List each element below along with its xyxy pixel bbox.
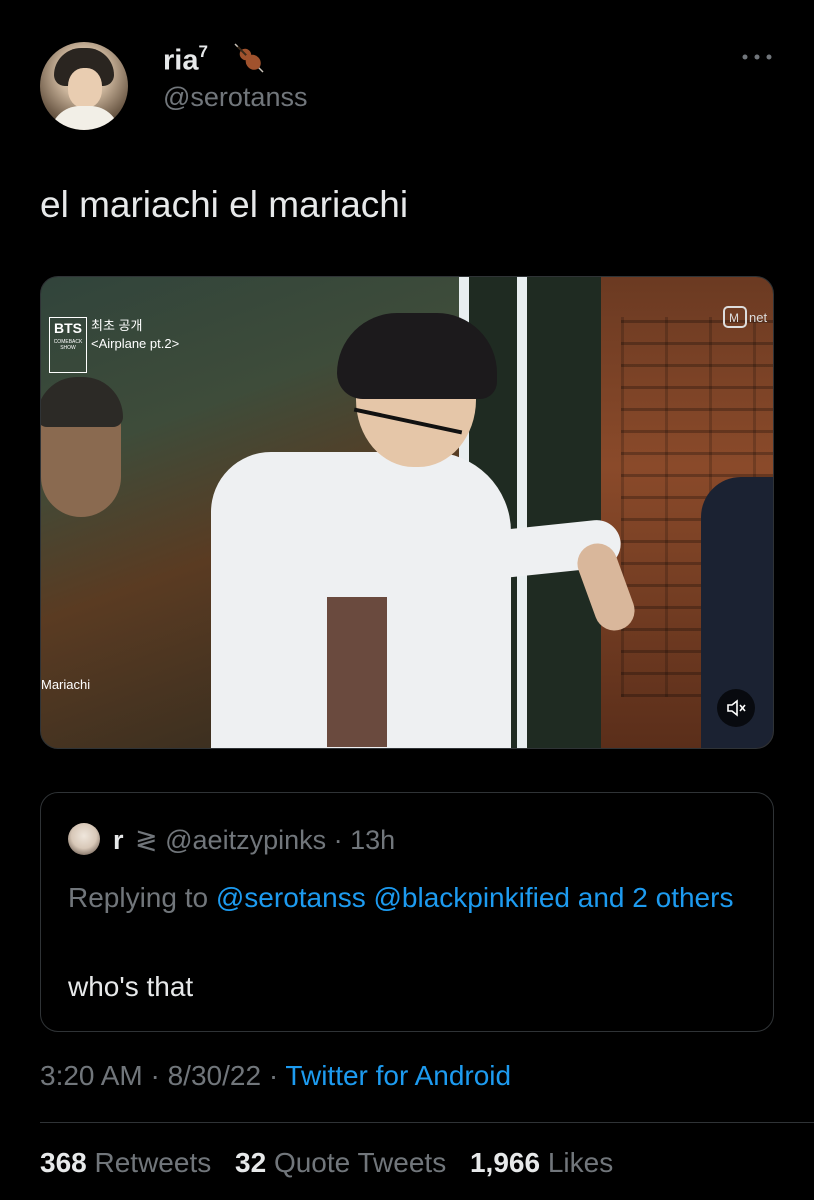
retweets-stat[interactable]: 368 Retweets bbox=[40, 1147, 211, 1178]
quote-tweets-stat[interactable]: 32 Quote Tweets bbox=[235, 1147, 446, 1178]
quoted-handle[interactable]: ≷ @aeitzypinks · 13h bbox=[135, 825, 395, 856]
svg-text:M: M bbox=[729, 311, 739, 325]
replying-users-link[interactable]: @serotanss @blackpinkified and 2 others bbox=[216, 882, 734, 913]
tweet-source-link[interactable]: Twitter for Android bbox=[285, 1060, 511, 1091]
video-overlay-title: 최초 공개 <Airplane pt.2> bbox=[91, 318, 180, 351]
likes-stat[interactable]: 1,966 Likes bbox=[470, 1147, 613, 1178]
video-caption: Mariachi bbox=[41, 677, 91, 692]
quoted-name[interactable]: r bbox=[113, 825, 124, 856]
svg-text:net: net bbox=[749, 310, 767, 325]
tweet-timestamp[interactable]: 3:20 AM · 8/30/22 · bbox=[40, 1060, 278, 1091]
tweet-text: el mariachi el mariachi bbox=[40, 184, 409, 225]
mute-button[interactable] bbox=[717, 689, 755, 727]
replying-to: Replying to @serotanss @blackpinkified a… bbox=[68, 875, 748, 921]
channel-logo-icon: M net bbox=[723, 306, 767, 328]
mute-icon bbox=[727, 699, 746, 717]
avatar-face bbox=[68, 68, 102, 108]
performer-hair bbox=[337, 313, 497, 399]
author-handle[interactable]: @serotanss bbox=[163, 82, 307, 113]
author-name[interactable]: ria7 bbox=[163, 42, 208, 78]
bts-logo: BTS COMEBACK SHOW bbox=[49, 317, 87, 373]
stage-light-pole bbox=[517, 277, 527, 748]
tweet-video[interactable]: BTS COMEBACK SHOW 최초 공개 <Airplane pt.2> M… bbox=[40, 276, 774, 749]
quoted-text: who's that bbox=[68, 971, 194, 1002]
replying-prefix: Replying to bbox=[68, 882, 209, 913]
violin-icon bbox=[234, 43, 264, 73]
performer-tie bbox=[327, 597, 387, 747]
engagement-stats: 368 Retweets 32 Quote Tweets 1,966 Likes bbox=[40, 1147, 613, 1179]
more-options-icon[interactable] bbox=[740, 52, 774, 62]
author-avatar[interactable] bbox=[40, 42, 128, 130]
quoted-avatar[interactable] bbox=[68, 823, 100, 855]
avatar-collar bbox=[50, 106, 120, 130]
divider bbox=[40, 1122, 814, 1123]
tweet-meta: 3:20 AM · 8/30/22 · Twitter for Android bbox=[40, 1060, 511, 1092]
quoted-tweet[interactable]: r ≷ @aeitzypinks · 13h Replying to @sero… bbox=[40, 792, 774, 1032]
